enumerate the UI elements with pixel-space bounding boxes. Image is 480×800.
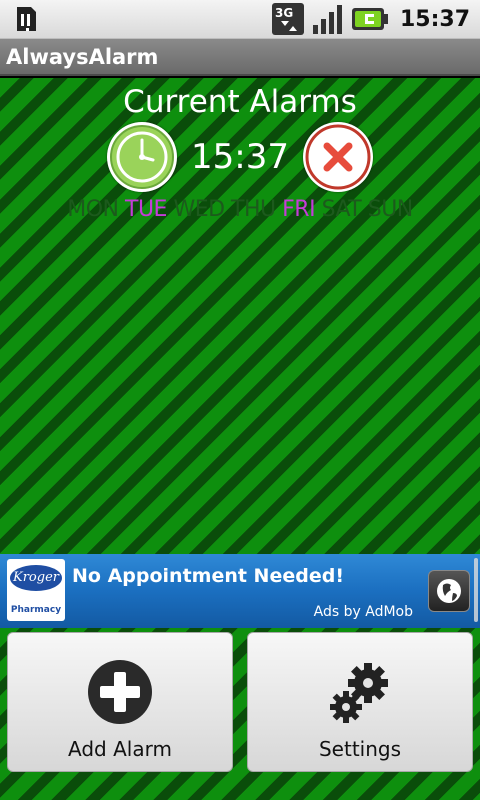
current-alarms-heading: Current Alarms <box>123 84 357 120</box>
battery-charging-icon <box>351 8 388 30</box>
day-fri: FRI <box>282 197 316 222</box>
sim-card-icon <box>17 7 36 31</box>
alarm-days: MON TUE WED THU FRI SAT SUN <box>0 196 480 224</box>
settings-button[interactable]: Settings <box>247 632 473 772</box>
add-alarm-label: Add Alarm <box>68 737 172 761</box>
add-alarm-button[interactable]: Add Alarm <box>7 632 233 772</box>
app-title: AlwaysAlarm <box>6 45 159 69</box>
alarm-time: 15:37 <box>191 137 289 177</box>
svg-text:3G: 3G <box>275 6 293 20</box>
status-bar: 3G 15:37 <box>0 0 480 39</box>
day-sun: SUN <box>367 197 414 222</box>
status-time: 15:37 <box>399 6 470 32</box>
ad-title: No Appointment Needed! <box>72 565 344 587</box>
ad-logo: Kroger Pharmacy <box>7 559 65 621</box>
ad-scrollbar <box>474 558 478 622</box>
signal-strength-icon <box>312 5 342 34</box>
globe-icon <box>437 579 461 603</box>
delete-x-icon <box>305 124 371 190</box>
day-thu: THU <box>231 197 276 222</box>
alarms-area: Current Alarms 15:37 MON TUE WED THU FRI… <box>0 78 480 554</box>
day-sat: SAT <box>321 197 362 222</box>
day-mon: MON <box>67 197 119 222</box>
ad-browser-button[interactable] <box>428 570 470 612</box>
ad-attribution: Ads by AdMob <box>313 604 413 620</box>
day-wed: WED <box>173 197 225 222</box>
ad-banner[interactable]: Kroger Pharmacy No Appointment Needed! A… <box>0 554 480 628</box>
ad-logo-subtext: Pharmacy <box>10 605 62 615</box>
gears-icon <box>330 663 388 723</box>
edit-alarm-button[interactable] <box>107 122 177 192</box>
bottom-actions: Add Alarm Settings <box>0 628 480 800</box>
alarm-item[interactable]: 15:37 <box>0 122 480 192</box>
clock-icon <box>110 125 174 189</box>
app-title-bar: AlwaysAlarm <box>0 39 480 76</box>
settings-label: Settings <box>318 737 402 761</box>
data-3g-icon: 3G <box>271 3 304 35</box>
ad-logo-text: Kroger <box>10 565 62 591</box>
plus-icon <box>88 660 152 724</box>
delete-alarm-button[interactable] <box>303 122 373 192</box>
day-tue: TUE <box>125 197 167 222</box>
